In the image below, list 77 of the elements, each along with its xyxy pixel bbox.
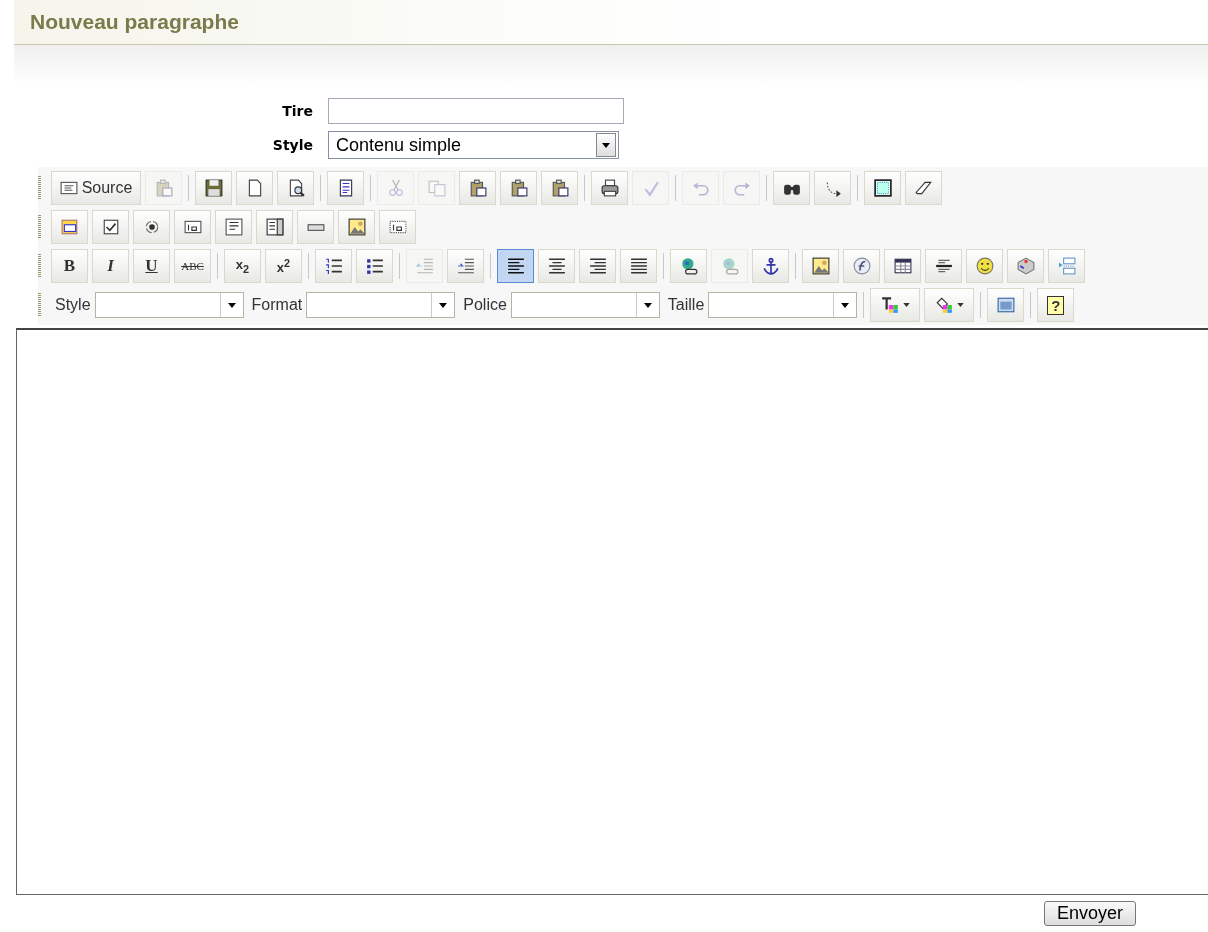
toolbar-button[interactable]: ABC — [174, 249, 211, 283]
toolbar-button[interactable]: x$^{2}$ — [265, 249, 302, 283]
clipboard-icon — [550, 179, 569, 197]
anchor-icon — [761, 257, 780, 275]
copy-icon — [427, 179, 446, 197]
button-glyph: B — [63, 256, 76, 276]
align-right-icon — [588, 257, 607, 275]
flash-icon — [852, 257, 871, 275]
combo-label: Taille — [667, 296, 705, 314]
style-dropdown[interactable]: Contenu simple — [328, 131, 619, 159]
numbered-list-icon — [324, 257, 343, 275]
image-icon — [347, 218, 366, 236]
text-field-icon — [183, 218, 202, 236]
source-button[interactable]: Source — [51, 171, 141, 205]
printer-icon — [600, 179, 619, 197]
button-glyph: ? — [1047, 295, 1065, 315]
button-glyph: ABC — [181, 260, 204, 272]
clipboard-icon — [154, 179, 173, 197]
caret-icon — [902, 303, 910, 307]
cube-icon — [1016, 257, 1035, 275]
bulleted-list-icon — [365, 257, 384, 275]
caret-icon — [643, 302, 652, 308]
horizontal-rule-icon — [934, 257, 953, 275]
toolbar-button[interactable]: U — [133, 249, 170, 283]
toolbar-grip[interactable] — [38, 176, 41, 200]
toolbar-button[interactable]: x$_{2}$ — [224, 249, 261, 283]
caret-icon — [841, 302, 850, 308]
window-icon — [996, 296, 1015, 314]
title-input-field[interactable] — [328, 98, 624, 124]
combo-label: Police — [463, 296, 507, 314]
globe-link-icon — [720, 257, 739, 275]
indent-icon — [456, 257, 475, 275]
clipboard-icon — [509, 179, 528, 197]
text-area-icon — [224, 218, 243, 236]
toolbar-button[interactable]: B — [51, 249, 88, 283]
page-title: Nouveau paragraphe — [30, 10, 239, 34]
smiley-icon — [975, 257, 994, 275]
document-icon — [59, 179, 78, 197]
toolbar-button[interactable]: I — [92, 249, 129, 283]
button-glyph: x$^{2}$ — [276, 256, 291, 276]
undo-icon — [691, 179, 710, 197]
caret-icon — [227, 302, 236, 308]
field-label: Tire — [282, 103, 313, 119]
list-box-icon — [265, 218, 284, 236]
button-glyph: U — [145, 256, 158, 276]
button-glyph: x$_{2}$ — [235, 257, 250, 275]
submit-button[interactable]: Envoyer — [1043, 901, 1136, 926]
grid-icon — [873, 179, 892, 197]
scissors-icon — [386, 179, 405, 197]
page-break-icon — [1057, 257, 1076, 275]
justify-icon — [629, 257, 648, 275]
dotted-field-icon — [388, 218, 407, 236]
redo-icon — [732, 179, 751, 197]
align-center-icon — [547, 257, 566, 275]
text-color-icon — [880, 296, 899, 314]
fill-bucket-icon — [934, 296, 953, 314]
checkbox-icon — [101, 218, 120, 236]
table-icon — [893, 257, 912, 275]
caret-icon — [956, 303, 964, 307]
globe-link-icon — [679, 257, 698, 275]
combo-label: Format — [251, 296, 303, 314]
caret-icon — [602, 142, 610, 148]
image-icon — [811, 257, 830, 275]
combo-label: Style — [55, 296, 91, 314]
eraser-icon — [914, 179, 933, 197]
clipboard-icon — [468, 179, 487, 197]
outdent-icon — [415, 257, 434, 275]
toolbar-button[interactable] — [497, 249, 534, 283]
toolbar-button[interactable]: ? — [1037, 288, 1075, 322]
toolbar-grip[interactable] — [38, 293, 41, 317]
caret-icon — [439, 302, 448, 308]
form-icon — [60, 218, 79, 236]
button-glyph: I — [107, 256, 114, 276]
field-label: Style — [272, 137, 313, 153]
align-left-icon — [506, 257, 525, 275]
toolbar-grip[interactable] — [38, 254, 41, 278]
toolbar-grip[interactable] — [38, 215, 41, 239]
